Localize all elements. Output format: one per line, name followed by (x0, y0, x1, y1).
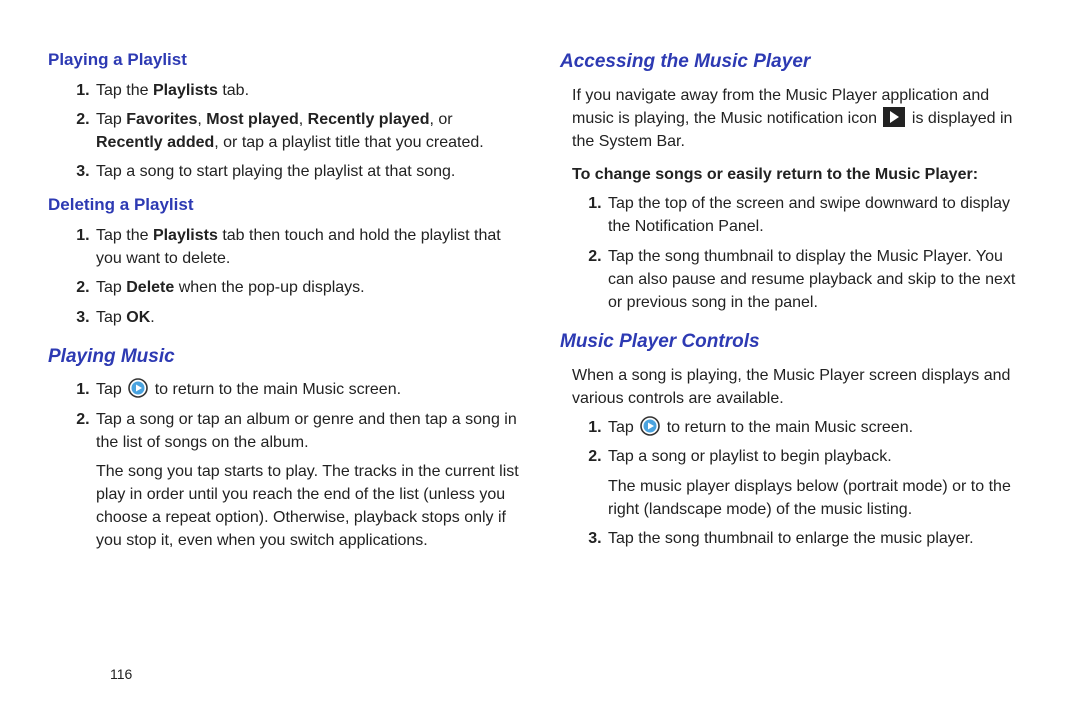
text: , or tap a playlist title that you creat… (214, 134, 483, 151)
list-item: Tap a song to start playing the playlist… (94, 160, 520, 183)
list-item: Tap the song thumbnail to display the Mu… (606, 245, 1032, 315)
list-playing-a-playlist: Tap the Playlists tab. Tap Favorites, Mo… (48, 79, 520, 184)
bold-text: Recently added (96, 134, 214, 151)
text: to return to the main Music screen. (155, 381, 401, 398)
list-item: Tap a song or tap an album or genre and … (94, 408, 520, 553)
paragraph: When a song is playing, the Music Player… (572, 364, 1032, 410)
list-playing-music: Tap to return to the main Music screen. … (48, 378, 520, 552)
list-item: Tap to return to the main Music screen. (94, 378, 520, 401)
heading-deleting-a-playlist: Deleting a Playlist (48, 193, 520, 218)
text: Tap (96, 279, 126, 296)
bold-text: Playlists (153, 227, 218, 244)
text: when the pop-up displays. (174, 279, 364, 296)
bold-text: OK (126, 309, 150, 326)
heading-music-player-controls: Music Player Controls (560, 328, 1032, 356)
list-item: Tap a song or playlist to begin playback… (606, 445, 1032, 521)
list-deleting-a-playlist: Tap the Playlists tab then touch and hol… (48, 224, 520, 329)
bold-text: Most played (206, 111, 298, 128)
bold-text: Recently played (308, 111, 430, 128)
text: , or (429, 111, 452, 128)
bold-text: Delete (126, 279, 174, 296)
manual-page: Playing a Playlist Tap the Playlists tab… (0, 0, 1080, 720)
text: Tap a song or tap an album or genre and … (96, 411, 517, 451)
list-item: Tap OK. (94, 306, 520, 329)
text: Tap the (96, 82, 153, 99)
music-notification-icon (883, 107, 905, 127)
paragraph: The song you tap starts to play. The tra… (96, 460, 520, 553)
text: Tap (96, 309, 126, 326)
list-item: Tap to return to the main Music screen. (606, 416, 1032, 439)
heading-playing-a-playlist: Playing a Playlist (48, 48, 520, 73)
list-item: Tap the top of the screen and swipe down… (606, 192, 1032, 238)
play-circle-icon (128, 378, 148, 398)
text: Tap (96, 381, 126, 398)
paragraph: The music player displays below (portrai… (608, 475, 1032, 521)
text: Tap (96, 111, 126, 128)
list-item: Tap the Playlists tab then touch and hol… (94, 224, 520, 270)
list-item: Tap the Playlists tab. (94, 79, 520, 102)
text: Tap (608, 419, 638, 436)
play-circle-icon (640, 416, 660, 436)
list-accessing-music-player: Tap the top of the screen and swipe down… (560, 192, 1032, 314)
bold-text: Favorites (126, 111, 197, 128)
list-item: Tap Favorites, Most played, Recently pla… (94, 108, 520, 154)
text: Tap a song or playlist to begin playback… (608, 448, 892, 465)
paragraph: If you navigate away from the Music Play… (572, 84, 1032, 154)
list-item: Tap Delete when the pop-up displays. (94, 276, 520, 299)
text: , (299, 111, 308, 128)
right-column: Accessing the Music Player If you naviga… (560, 48, 1032, 696)
subheading-change-songs: To change songs or easily return to the … (572, 163, 1032, 186)
text: tab. (218, 82, 249, 99)
heading-playing-music: Playing Music (48, 343, 520, 371)
page-number: 116 (110, 664, 132, 684)
text: , (197, 111, 206, 128)
text: Tap the (96, 227, 153, 244)
text: . (150, 309, 154, 326)
text: to return to the main Music screen. (667, 419, 913, 436)
bold-text: Playlists (153, 82, 218, 99)
list-music-player-controls: Tap to return to the main Music screen. … (560, 416, 1032, 550)
left-column: Playing a Playlist Tap the Playlists tab… (48, 48, 520, 696)
heading-accessing-music-player: Accessing the Music Player (560, 48, 1032, 76)
list-item: Tap the song thumbnail to enlarge the mu… (606, 527, 1032, 550)
